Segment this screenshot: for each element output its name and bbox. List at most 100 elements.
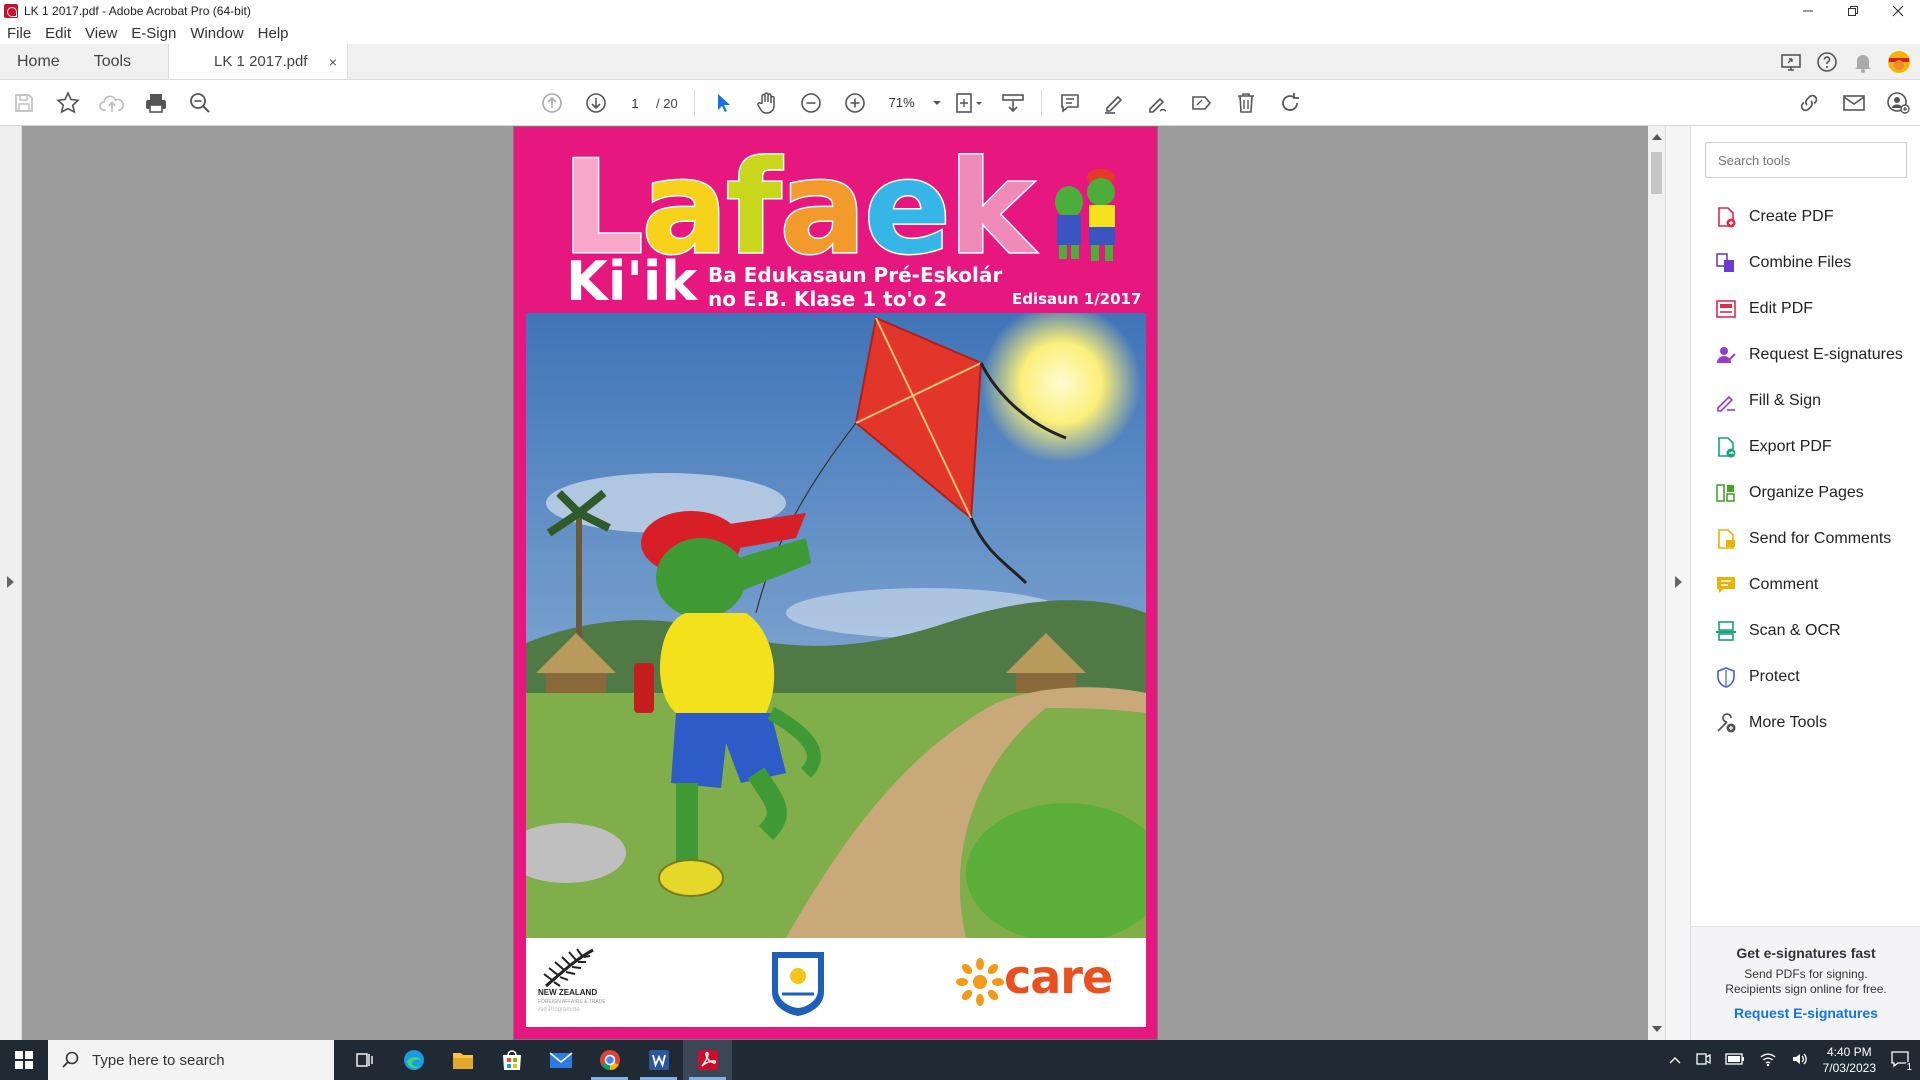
highlight-pen-icon[interactable]: [1092, 81, 1136, 125]
silver-fern-logo-icon: [543, 948, 594, 988]
hand-tool-icon[interactable]: [745, 81, 789, 125]
battery-icon[interactable]: [1724, 1052, 1745, 1068]
print-icon[interactable]: [134, 81, 178, 125]
ministry-emblem-icon: [772, 952, 824, 1016]
volume-icon[interactable]: [1791, 1051, 1809, 1070]
file-explorer-icon[interactable]: [438, 1040, 487, 1080]
previous-page-icon[interactable]: [530, 81, 574, 125]
page-fit-icon[interactable]: [947, 81, 991, 125]
share-user-icon[interactable]: [1876, 81, 1920, 125]
tool-edit-pdf[interactable]: Edit PDF: [1691, 286, 1920, 332]
scroll-down-arrow-icon[interactable]: [1652, 1026, 1662, 1032]
create-pdf-icon: [1718, 207, 1736, 228]
tools-panel: Create PDF Combine Files Edit PDF Reques…: [1690, 126, 1920, 1040]
tab-home[interactable]: Home: [0, 44, 77, 79]
tool-export-pdf[interactable]: Export PDF: [1691, 424, 1920, 470]
request-esignatures-link[interactable]: Request E-signatures: [1691, 1005, 1920, 1021]
tools-panel-toggle[interactable]: [1665, 126, 1690, 1040]
export-pdf-icon: [1718, 437, 1736, 458]
left-panel-collapsed[interactable]: [0, 126, 22, 1040]
close-tab-icon[interactable]: ×: [329, 54, 337, 70]
send-sign-icon[interactable]: [1180, 81, 1224, 125]
zoom-dropdown-chevron-icon[interactable]: [927, 81, 947, 125]
tool-label: Request E-signatures: [1749, 346, 1903, 363]
tool-combine-files[interactable]: Combine Files: [1691, 240, 1920, 286]
tool-comment[interactable]: Comment: [1691, 562, 1920, 608]
organize-pages-icon: [1716, 484, 1735, 502]
search-tools-input[interactable]: [1705, 142, 1907, 178]
minimize-button[interactable]: [1785, 0, 1830, 22]
taskbar-clock[interactable]: 4:40 PM 7/03/2023: [1823, 1044, 1876, 1076]
notifications-bell-icon[interactable]: [1850, 49, 1876, 75]
save-icon[interactable]: [2, 81, 46, 125]
menu-esign[interactable]: E-Sign: [124, 25, 183, 42]
zoom-in-icon[interactable]: [833, 81, 877, 125]
tool-fill-sign[interactable]: Fill & Sign: [1691, 378, 1920, 424]
zoom-out-icon[interactable]: [789, 81, 833, 125]
tool-request-esignatures[interactable]: Request E-signatures: [1691, 332, 1920, 378]
taskbar-search[interactable]: Type here to search: [48, 1040, 334, 1080]
email-icon[interactable]: [1832, 81, 1876, 125]
upload-cloud-icon[interactable]: [90, 81, 134, 125]
user-avatar-icon[interactable]: [1886, 49, 1912, 75]
chrome-browser-icon[interactable]: [585, 1040, 634, 1080]
expand-left-panel-icon[interactable]: [7, 576, 14, 588]
send-comments-icon: [1718, 529, 1735, 549]
nz-logo-subtext-2: Aid Programme: [538, 1007, 580, 1013]
notification-center-icon[interactable]: 1: [1890, 1050, 1914, 1073]
bookmark-star-icon[interactable]: [46, 81, 90, 125]
add-comment-icon[interactable]: [1048, 81, 1092, 125]
windows-start-icon[interactable]: [0, 1040, 48, 1080]
tool-scan-ocr[interactable]: Scan & OCR: [1691, 608, 1920, 654]
delete-trash-icon[interactable]: [1224, 81, 1268, 125]
next-page-icon[interactable]: [574, 81, 618, 125]
tool-protect[interactable]: Protect: [1691, 654, 1920, 700]
show-hidden-icons-chevron-icon[interactable]: [1669, 1053, 1681, 1067]
edge-browser-icon[interactable]: [389, 1040, 438, 1080]
close-window-button[interactable]: [1875, 0, 1920, 22]
title-letter: f: [724, 134, 783, 283]
tab-document[interactable]: LK 1 2017.pdf ×: [168, 44, 349, 79]
tab-tools[interactable]: Tools: [77, 44, 148, 79]
menu-help[interactable]: Help: [251, 25, 296, 42]
menu-edit[interactable]: Edit: [38, 25, 78, 42]
promo-title: Get e-signatures fast: [1736, 945, 1876, 961]
acrobat-window: { "window": {"title": "LK 1 2017.pdf - A…: [0, 0, 1920, 1080]
task-view-icon[interactable]: [340, 1040, 389, 1080]
collapse-right-panel-icon[interactable]: [1675, 576, 1682, 588]
tool-label: Scan & OCR: [1749, 622, 1841, 639]
rotate-icon[interactable]: [1268, 81, 1312, 125]
microsoft-store-icon[interactable]: [487, 1040, 536, 1080]
edit-pdf-icon: [1716, 300, 1736, 318]
wifi-icon[interactable]: [1759, 1051, 1777, 1070]
scroll-thumb[interactable]: [1651, 152, 1662, 194]
menu-view[interactable]: View: [78, 25, 124, 42]
tool-more-tools[interactable]: More Tools: [1691, 700, 1920, 746]
title-letter: e: [863, 134, 953, 283]
menu-file[interactable]: File: [0, 25, 38, 42]
tool-organize-pages[interactable]: Organize Pages: [1691, 470, 1920, 516]
share-link-icon[interactable]: [1788, 81, 1832, 125]
meet-now-icon[interactable]: [1695, 1051, 1711, 1070]
restore-button[interactable]: [1830, 0, 1875, 22]
zoom-out-search-icon[interactable]: [178, 81, 222, 125]
scrolling-mode-icon[interactable]: [991, 81, 1035, 125]
select-cursor-icon[interactable]: [701, 81, 745, 125]
tool-send-for-comments[interactable]: Send for Comments: [1691, 516, 1920, 562]
zoom-level[interactable]: 71%: [877, 90, 927, 116]
vertical-scrollbar[interactable]: [1648, 126, 1665, 1040]
word-icon[interactable]: [634, 1040, 683, 1080]
crocodile-mascots-illustration: [1055, 169, 1115, 261]
acrobat-app-icon: [4, 4, 18, 18]
page-number-input[interactable]: [618, 90, 652, 116]
tool-create-pdf[interactable]: Create PDF: [1691, 194, 1920, 240]
acrobat-taskbar-icon[interactable]: [683, 1040, 732, 1080]
mail-icon[interactable]: [536, 1040, 585, 1080]
scroll-up-arrow-icon[interactable]: [1652, 134, 1662, 140]
menu-window[interactable]: Window: [183, 25, 250, 42]
share-screen-icon[interactable]: [1778, 49, 1804, 75]
help-icon[interactable]: [1814, 49, 1840, 75]
page-total: / 20: [656, 95, 678, 111]
tagline-line-1: Ba Edukasaun Pré-Eskolár: [708, 263, 1003, 287]
sign-pen-icon[interactable]: [1136, 81, 1180, 125]
